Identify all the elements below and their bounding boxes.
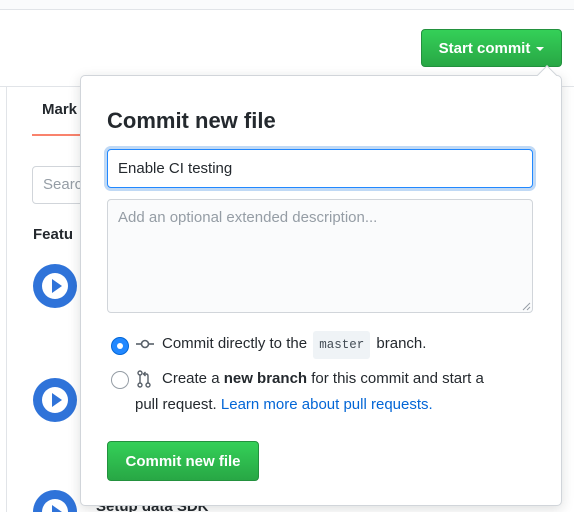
play-icon[interactable] — [33, 264, 77, 308]
branch-name-chip: master — [313, 331, 371, 359]
left-pane-border — [6, 87, 7, 512]
commit-direct-radio[interactable] — [111, 337, 129, 355]
page-top-band — [0, 0, 574, 9]
git-pull-request-icon — [137, 370, 151, 388]
panel-title: Commit new file — [107, 108, 276, 133]
tab-marketplace[interactable]: Mark — [42, 101, 77, 118]
header-divider — [0, 9, 574, 10]
commit-direct-label: Commit directly to the master branch. — [162, 331, 426, 359]
commit-summary-input[interactable] — [107, 149, 533, 188]
start-commit-label: Start commit — [438, 39, 531, 57]
commit-direct-suffix: branch. — [376, 335, 427, 352]
new-branch-prefix: Create a — [162, 370, 220, 387]
new-branch-radio[interactable] — [111, 371, 129, 389]
new-branch-label-line2: pull request. Learn more about pull requ… — [135, 392, 433, 418]
commit-direct-prefix: Commit directly to the — [162, 335, 308, 352]
caret-down-icon — [536, 47, 545, 51]
start-commit-button[interactable]: Start commit — [421, 29, 562, 67]
new-branch-label-line1: Create a new branch for this commit and … — [162, 366, 484, 392]
resize-grip-icon[interactable] — [522, 302, 531, 311]
new-branch-middle: for this commit and start a — [311, 370, 484, 387]
play-icon[interactable] — [33, 378, 77, 422]
new-branch-line2: pull request. — [135, 396, 217, 413]
new-branch-bold: new branch — [223, 370, 308, 387]
play-icon[interactable] — [33, 490, 77, 512]
commit-description-textarea[interactable] — [107, 199, 533, 313]
git-commit-icon — [136, 339, 154, 349]
learn-more-link[interactable]: Learn more about pull requests. — [221, 396, 433, 413]
featured-heading: Featu — [33, 226, 74, 243]
commit-new-file-button[interactable]: Commit new file — [107, 441, 259, 481]
